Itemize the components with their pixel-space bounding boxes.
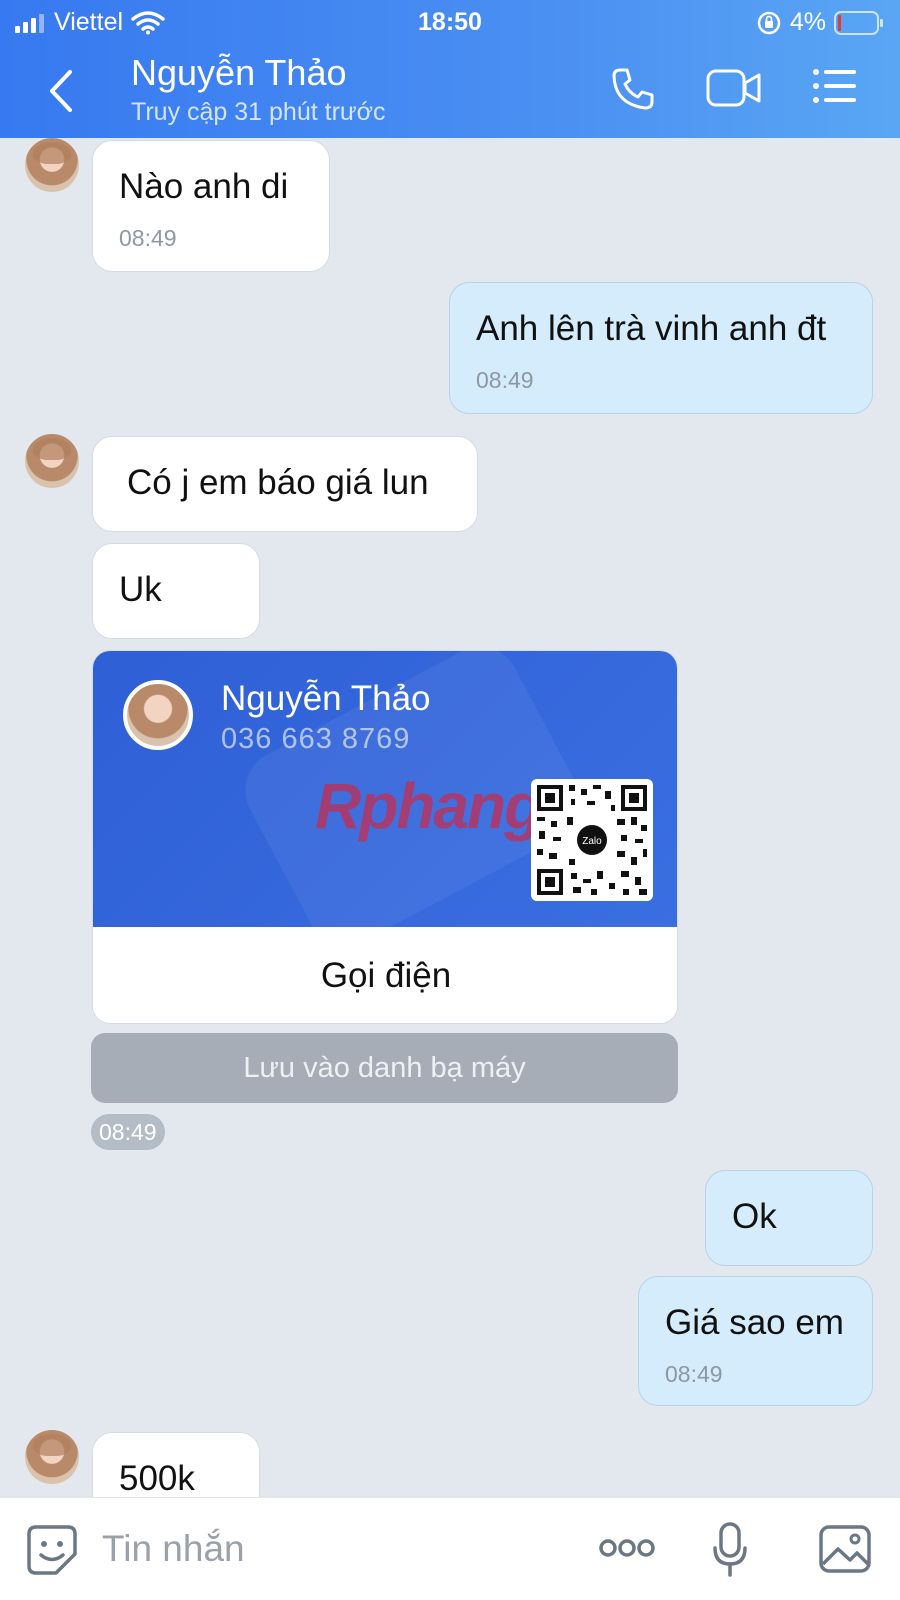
message-text: Ok bbox=[732, 1197, 777, 1236]
back-icon[interactable] bbox=[40, 66, 84, 116]
message-text: Anh lên trà vinh anh đt bbox=[476, 309, 827, 348]
phone-icon[interactable] bbox=[610, 66, 656, 112]
contact-avatar[interactable] bbox=[25, 1430, 79, 1484]
message-text: Có j em báo giá lun bbox=[127, 463, 429, 502]
message-bubble[interactable]: Uk bbox=[92, 543, 260, 639]
message-time: 08:49 bbox=[119, 225, 177, 251]
message-text: Uk bbox=[119, 570, 162, 609]
more-icon[interactable] bbox=[598, 1538, 656, 1558]
contact-name[interactable]: Nguyễn Thảo bbox=[131, 52, 347, 94]
video-icon[interactable] bbox=[706, 66, 762, 110]
battery-percent: 4% bbox=[789, 8, 826, 36]
message-bubble[interactable]: Ok bbox=[705, 1170, 873, 1266]
message-text: 500k bbox=[119, 1459, 195, 1498]
message-text: Giá sao em bbox=[665, 1303, 844, 1342]
status-bar: Viettel 18:50 4% bbox=[0, 0, 900, 46]
contact-avatar[interactable] bbox=[25, 434, 79, 488]
save-to-contacts-button[interactable]: Lưu vào danh bạ máy bbox=[91, 1033, 678, 1103]
status-right: 4% bbox=[756, 8, 884, 37]
message-bubble[interactable]: Nào anh di 08:49 bbox=[92, 140, 330, 272]
message-bubble[interactable]: Có j em báo giá lun bbox=[92, 436, 478, 532]
contact-last-seen: Truy cập 31 phút trước bbox=[131, 98, 386, 126]
qr-code[interactable]: Zalo bbox=[531, 779, 653, 901]
menu-icon[interactable] bbox=[812, 66, 858, 106]
sticker-icon[interactable] bbox=[26, 1524, 78, 1576]
call-button[interactable]: Gọi điện bbox=[93, 927, 677, 1023]
microphone-icon[interactable] bbox=[712, 1522, 748, 1578]
message-composer: Tin nhắn bbox=[0, 1497, 900, 1600]
message-bubble[interactable]: Giá sao em 08:49 bbox=[638, 1276, 873, 1406]
card-phone-number: 036 663 8769 bbox=[221, 723, 411, 755]
card-time: 08:49 bbox=[91, 1114, 165, 1150]
message-bubble[interactable]: Anh lên trà vinh anh đt 08:49 bbox=[449, 282, 873, 414]
message-text: Nào anh di bbox=[119, 167, 289, 206]
contact-card[interactable]: Nguyễn Thảo 036 663 8769 Rphang Zalo Gọi… bbox=[92, 650, 678, 1024]
qr-code-icon: Zalo bbox=[537, 785, 647, 895]
battery-icon bbox=[834, 10, 883, 35]
card-avatar bbox=[123, 680, 193, 750]
qr-zalo-label: Zalo bbox=[582, 836, 602, 847]
message-time: 08:49 bbox=[665, 1361, 723, 1387]
message-input[interactable]: Tin nhắn bbox=[102, 1528, 245, 1570]
watermark-logo: Rphang bbox=[315, 770, 543, 842]
message-time: 08:49 bbox=[476, 367, 534, 393]
rotation-lock-icon bbox=[757, 11, 781, 34]
nav-bar: Nguyễn Thảo Truy cập 31 phút trước bbox=[0, 46, 900, 138]
chat-header: Viettel 18:50 4% Nguyễn Thảo Truy cập 31… bbox=[0, 0, 900, 138]
contact-avatar[interactable] bbox=[25, 138, 79, 192]
contact-card-header: Nguyễn Thảo 036 663 8769 Rphang Zalo bbox=[93, 651, 677, 927]
card-contact-name: Nguyễn Thảo bbox=[221, 679, 431, 718]
image-icon[interactable] bbox=[818, 1524, 872, 1574]
